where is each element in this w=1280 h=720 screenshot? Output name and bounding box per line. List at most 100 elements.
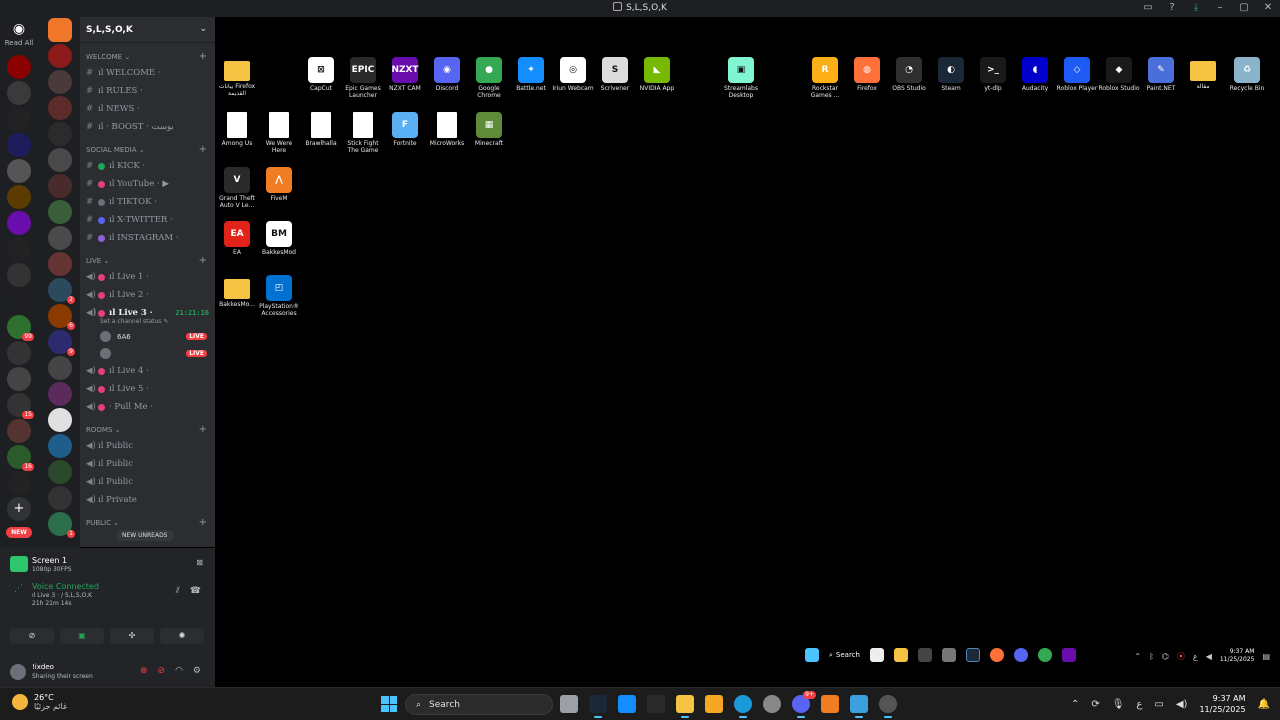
desktop-icon[interactable]: S Scrivener: [594, 57, 636, 92]
server-icon[interactable]: [7, 263, 31, 287]
server-icon[interactable]: [7, 471, 31, 495]
remote-epic-icon[interactable]: [917, 648, 932, 662]
server-icon[interactable]: [7, 55, 31, 79]
remote-settings-icon[interactable]: [941, 648, 956, 662]
desktop-icon[interactable]: ▦ Minecraft: [468, 112, 510, 147]
voice-channel[interactable]: ◀) ıl Public: [80, 437, 215, 455]
text-channel[interactable]: # ıl KICK ·: [80, 157, 215, 175]
desktop-icon[interactable]: ⋀ FiveM: [258, 167, 300, 202]
server-icon[interactable]: [7, 81, 31, 105]
server-icon[interactable]: [48, 122, 72, 146]
category-header[interactable]: Social Media ⌄ +: [86, 144, 215, 155]
desktop-icon[interactable]: Stick Fight The Game: [342, 112, 384, 154]
discord-home-icon[interactable]: ◉: [1, 21, 37, 37]
server-icon[interactable]: [7, 237, 31, 261]
desktop-icon[interactable]: ✦ Battle.net: [510, 57, 552, 92]
language-label[interactable]: ع: [1136, 699, 1142, 710]
file-explorer-icon[interactable]: [676, 695, 694, 718]
voice-channel[interactable]: ◀) ıl Public: [80, 473, 215, 491]
mute-icon[interactable]: ⊗: [140, 666, 148, 676]
volume-icon[interactable]: ◀): [1176, 699, 1188, 710]
mic-icon[interactable]: ⦿: [1177, 651, 1185, 662]
server-icon[interactable]: 9: [48, 330, 75, 356]
new-unreads-pill[interactable]: NEW: [6, 527, 32, 538]
voice-channel[interactable]: ◀) · Pull Me ·: [80, 398, 215, 416]
category-header[interactable]: ROOMS ⌄ +: [86, 424, 215, 435]
read-all-button[interactable]: Read All: [1, 39, 37, 47]
help-icon[interactable]: ?: [1166, 2, 1178, 14]
server-icon[interactable]: [7, 107, 31, 131]
server-icon[interactable]: [48, 356, 72, 380]
noise-suppression-icon[interactable]: ⫽: [176, 586, 180, 596]
category-header[interactable]: PUBLIC ⌄ +: [86, 517, 215, 528]
screen-share-button[interactable]: ▣: [60, 628, 104, 644]
desktop-icon[interactable]: ◖ Audacity: [1014, 57, 1056, 92]
desktop-icon[interactable]: ◣ NVIDIA App: [636, 57, 678, 92]
microphone-icon[interactable]: 🎙: [1112, 699, 1125, 710]
battlenet-icon[interactable]: [618, 695, 636, 713]
speaker-icon[interactable]: ◀: [1206, 652, 1212, 661]
epic-games-icon[interactable]: [647, 695, 665, 713]
screenshare-card[interactable]: Screen 1 1080p 30FPS ⊠: [0, 548, 215, 578]
steam-icon[interactable]: [589, 695, 607, 718]
remote-search[interactable]: ⌕ Search: [829, 651, 860, 660]
taskbar-search[interactable]: ⌕ Search: [405, 694, 553, 715]
fivem-icon[interactable]: [705, 695, 723, 713]
desktop-icon[interactable]: ◔ OBS Studio: [888, 57, 930, 92]
server-icon[interactable]: [48, 382, 72, 406]
server-icon[interactable]: [48, 70, 72, 94]
task-view-icon[interactable]: [560, 695, 578, 713]
server-icon[interactable]: [48, 252, 72, 276]
server-icon[interactable]: [7, 185, 31, 209]
download-icon[interactable]: ⤓: [1190, 2, 1202, 14]
server-icon[interactable]: [48, 226, 72, 250]
chevron-up-icon[interactable]: ⌃: [1134, 652, 1141, 661]
category-header[interactable]: Live ⌄ +: [86, 255, 215, 266]
text-channel[interactable]: # ıl INSTAGRAM ·: [80, 229, 215, 247]
server-icon[interactable]: [7, 419, 31, 443]
channel-status[interactable]: Set a channel status ✎: [80, 318, 215, 328]
desktop-icon[interactable]: EA EA: [216, 221, 258, 256]
server-icon[interactable]: [48, 148, 72, 172]
desktop-icon[interactable]: We Were Here: [258, 112, 300, 154]
text-channel[interactable]: # ıl YouTube · ▶: [80, 175, 215, 193]
desktop-icon[interactable]: Brawlhalla: [300, 112, 342, 147]
desktop-icon[interactable]: ◇ Roblox Player: [1056, 57, 1098, 92]
folder-icon[interactable]: [48, 18, 72, 42]
start-button[interactable]: [381, 696, 397, 712]
create-channel-icon[interactable]: +: [199, 51, 207, 62]
voice-channel[interactable]: ◀) ıl Public: [80, 455, 215, 473]
server-icon[interactable]: 99: [7, 315, 34, 341]
language-label[interactable]: ع: [1193, 652, 1198, 661]
deafen-icon[interactable]: ⊘: [158, 666, 166, 676]
voice-user[interactable]: LIVE: [80, 345, 215, 362]
server-icon[interactable]: 15: [7, 393, 34, 419]
desktop-icon[interactable]: Among Us: [216, 112, 258, 147]
desktop-icon[interactable]: ♻ Recycle Bin: [1226, 57, 1268, 92]
server-icon[interactable]: [7, 289, 31, 313]
server-icon[interactable]: [7, 367, 31, 391]
settings-gear-icon[interactable]: ⚙: [193, 666, 201, 676]
remote-discord-icon[interactable]: [1013, 648, 1028, 662]
notepad-icon[interactable]: [850, 695, 868, 718]
server-icon[interactable]: [48, 200, 72, 224]
server-icon[interactable]: [48, 44, 72, 68]
desktop-icon[interactable]: ◐ Steam: [930, 57, 972, 92]
notification-bell-icon[interactable]: 🔔: [1258, 699, 1270, 710]
settings-icon[interactable]: [763, 695, 781, 713]
category-header[interactable]: WELCOME ⌄ +: [86, 51, 215, 62]
voice-channel[interactable]: ◀) ıl Private: [80, 491, 215, 509]
text-channel[interactable]: # ıl X-TWITTER ·: [80, 211, 215, 229]
text-channel[interactable]: # ıl · BOOST · بوست: [80, 118, 215, 136]
voice-channel[interactable]: ◀) ıl Live 1 ·: [80, 268, 215, 286]
network-icon[interactable]: ⌬: [1162, 652, 1169, 661]
server-icon[interactable]: 2: [48, 278, 75, 304]
soundboard-button[interactable]: ✺: [160, 628, 204, 644]
notification-icon[interactable]: ▤: [1262, 652, 1270, 661]
desktop-icon[interactable]: V Grand Theft Auto V Le...: [216, 167, 258, 209]
server-icon[interactable]: [48, 174, 72, 198]
server-icon[interactable]: [7, 211, 31, 235]
desktop-icon[interactable]: ◰ PlayStation® Accessories: [258, 275, 300, 317]
obs-icon[interactable]: [879, 695, 897, 718]
create-channel-icon[interactable]: +: [199, 144, 207, 155]
